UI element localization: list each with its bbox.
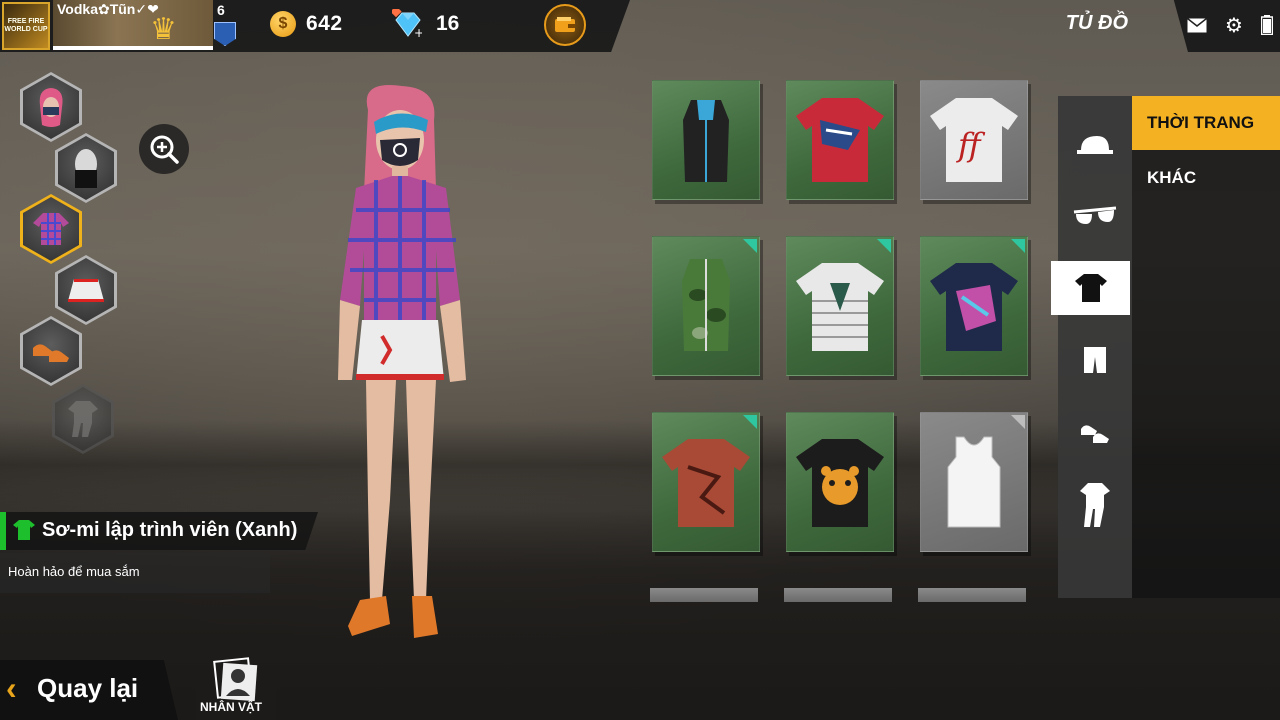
mail-icon[interactable] [1186,14,1208,36]
outfit-icon [68,401,98,437]
category-shirt[interactable] [1051,261,1130,315]
zoom-button[interactable] [139,124,189,174]
shirt-icon [33,213,69,245]
character-model[interactable] [290,80,510,650]
level-number: 6 [217,2,225,18]
new-item-badge [743,239,757,253]
exp-bar [53,46,213,50]
item-name: Sơ-mi lập trình viên (Xanh) [42,519,298,541]
tab-fashion[interactable]: THỜI TRANG [1132,96,1280,150]
new-item-badge [877,239,891,253]
shorts-icon [1084,347,1106,373]
gear-icon[interactable]: ⚙ [1223,14,1245,37]
bear-shirt-icon [796,439,884,527]
coin-balance: 642 [306,12,343,35]
item-card[interactable] [652,236,760,376]
item-badge [1011,415,1025,429]
item-card[interactable] [786,412,894,552]
item-card[interactable] [786,80,894,200]
store-button[interactable] [544,4,586,46]
category-outfit[interactable] [1058,478,1132,532]
item-card[interactable] [920,236,1028,376]
item-card[interactable] [650,588,758,602]
slot-hair[interactable] [20,72,82,142]
coin-icon: $ [270,11,296,37]
avatar[interactable]: FREE FIRE WORLD CUP [2,2,50,50]
ff-shirt-icon: ff [930,98,1018,182]
camo-vest-icon [682,259,730,351]
back-label[interactable]: Quay lại [37,673,138,704]
avatar-text: FREE FIRE WORLD CUP [4,18,48,33]
wallet-icon [555,17,575,32]
item-card[interactable]: ff [920,80,1028,200]
item-card[interactable] [786,236,894,376]
diamond-balance: 16 [436,12,460,35]
category-cap[interactable] [1058,118,1132,172]
slot-top[interactable] [20,194,82,264]
slot-mask[interactable] [55,133,117,203]
tab-other[interactable]: KHÁC [1132,151,1280,205]
diamond-icon[interactable]: + [390,5,424,40]
chevron-left-icon: ‹ [6,670,17,706]
tshirt-icon [1074,274,1107,302]
shark-shirt-icon [796,98,884,182]
striped-shirt-icon [796,263,884,351]
outfit-icon [1080,483,1110,527]
character-tab-label[interactable]: NHÂN VẬT [200,700,262,714]
slot-shoes[interactable] [20,316,82,386]
hair-icon [39,88,63,127]
slot-bottom[interactable] [55,255,117,325]
battery-icon [1256,14,1278,36]
item-card[interactable] [920,412,1028,552]
vest-icon [683,100,729,182]
category-shoes[interactable] [1058,405,1132,459]
tank-top-icon [947,436,1001,528]
cap-icon [1077,136,1113,154]
page-title: TỦ ĐỒ [1065,12,1128,34]
mask-icon [75,149,97,188]
new-item-badge [1011,239,1025,253]
graphic-shirt-icon [930,263,1018,351]
category-glasses[interactable] [1058,190,1132,244]
new-item-badge [743,415,757,429]
svg-text:+: + [414,26,422,39]
username: Vodka✿Tũn✓❤ [57,1,159,17]
shoes-icon [33,344,69,362]
item-card[interactable] [652,412,760,552]
skirt-icon [68,279,104,302]
zoom-in-icon [150,135,179,164]
category-pants[interactable] [1058,333,1132,387]
rust-shirt-icon [662,439,750,527]
shoes-icon [1081,425,1109,443]
item-card[interactable] [918,588,1026,602]
tshirt-icon [13,520,35,540]
item-description: Hoàn hảo để mua sắm [8,564,140,579]
item-card[interactable] [784,588,892,602]
item-card[interactable] [652,80,760,200]
glasses-icon [1073,206,1117,224]
